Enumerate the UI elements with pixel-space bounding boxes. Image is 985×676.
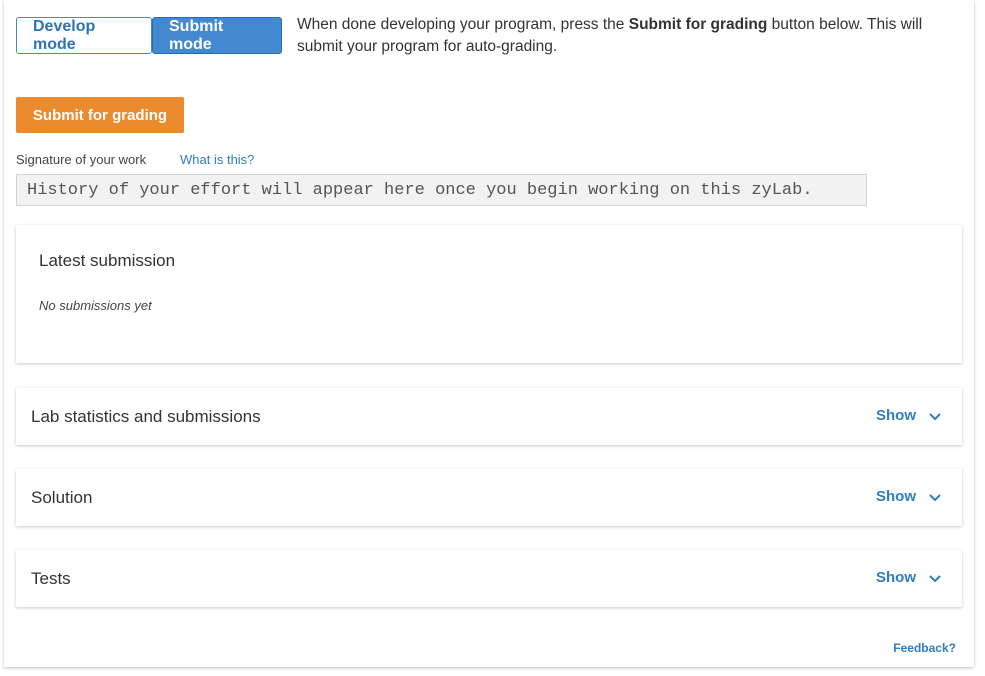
mode-description-start: When done developing your program, press… bbox=[297, 16, 629, 33]
show-label: Show bbox=[876, 488, 916, 505]
section-title: Lab statistics and submissions bbox=[31, 407, 261, 426]
chevron-down-icon bbox=[929, 412, 941, 420]
show-label: Show bbox=[876, 407, 916, 424]
latest-submission-card: Latest submission No submissions yet bbox=[16, 225, 962, 363]
lab-panel: Develop mode Submit mode When done devel… bbox=[4, 0, 974, 667]
feedback-link[interactable]: Feedback? bbox=[893, 641, 956, 655]
signature-box: History of your effort will appear here … bbox=[16, 174, 867, 206]
submit-mode-button[interactable]: Submit mode bbox=[152, 17, 282, 54]
latest-submission-title: Latest submission bbox=[39, 251, 176, 270]
signature-label: Signature of your work bbox=[16, 152, 147, 167]
solution-section[interactable]: Solution Show bbox=[16, 469, 962, 526]
develop-mode-button[interactable]: Develop mode bbox=[16, 17, 152, 54]
submit-for-grading-button[interactable]: Submit for grading bbox=[16, 97, 184, 133]
chevron-down-icon bbox=[929, 493, 941, 501]
show-toggle[interactable]: Show bbox=[876, 407, 942, 424]
chevron-down-icon bbox=[929, 574, 941, 582]
show-label: Show bbox=[876, 569, 916, 586]
show-toggle[interactable]: Show bbox=[876, 488, 942, 505]
lab-statistics-section[interactable]: Lab statistics and submissions Show bbox=[16, 388, 962, 445]
mode-description: When done developing your program, press… bbox=[297, 14, 947, 58]
section-title: Solution bbox=[31, 488, 93, 507]
tests-section[interactable]: Tests Show bbox=[16, 550, 962, 607]
mode-description-bold: Submit for grading bbox=[628, 16, 768, 33]
mode-switch: Develop mode Submit mode bbox=[16, 17, 282, 54]
show-toggle[interactable]: Show bbox=[876, 569, 942, 586]
what-is-this-link[interactable]: What is this? bbox=[180, 152, 254, 167]
section-title: Tests bbox=[31, 569, 71, 588]
no-submissions-text: No submissions yet bbox=[39, 298, 152, 313]
